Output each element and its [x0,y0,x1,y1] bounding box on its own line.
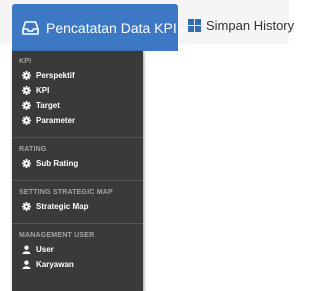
menu-item-label: Target [36,101,60,110]
inbox-tray-icon [21,20,40,36]
menu-item-karyawan[interactable]: Karyawan [12,257,143,272]
user-icon [22,260,31,269]
gear-icon [22,71,31,80]
gear-icon [22,116,31,125]
top-nav-bar: Pencatatan Data KPI ▾ Simpan History [0,0,294,51]
menu-item-perspektif[interactable]: Perspektif [12,68,143,83]
menu-item-target[interactable]: Target [12,98,143,113]
menu-item-label: Karyawan [36,260,74,269]
gear-icon [22,202,31,211]
section-header-setting-strategic-map: SETTING STRATEGIC MAP [19,189,113,196]
menu-item-strategic-map[interactable]: Strategic Map [12,199,143,214]
caret-down-icon: ▾ [179,27,185,37]
menu-item-label: KPI [36,86,50,95]
menu-item-sub-rating[interactable]: Sub Rating [12,156,143,171]
gear-icon [22,101,31,110]
menu-item-label: User [36,245,54,254]
menu-item-label: Perspektif [36,71,75,80]
dropdown-menu: KPI Perspektif KPI Target Parameter RATI… [12,51,143,291]
menu-item-label: Parameter [36,116,76,125]
menu-item-parameter[interactable]: Parameter [12,113,143,128]
tab-simpan-history[interactable]: Simpan History [188,10,294,40]
section-header-rating: RATING [19,146,47,153]
gear-icon [22,159,31,168]
menu-item-label: Sub Rating [36,159,79,168]
user-icon [22,245,31,254]
tab-label: Simpan History [206,17,295,33]
grid-icon [188,18,201,32]
menu-item-label: Strategic Map [36,202,89,211]
section-header-kpi: KPI [19,58,32,65]
tab-label: Pencatatan Data KPI [46,19,177,36]
menu-item-kpi[interactable]: KPI [12,83,143,98]
menu-item-user[interactable]: User [12,242,143,257]
section-header-management-user: MANAGEMENT USER [19,232,95,239]
gear-icon [22,86,31,95]
tab-pencatatan-data-kpi[interactable]: Pencatatan Data KPI ▾ [12,4,184,51]
